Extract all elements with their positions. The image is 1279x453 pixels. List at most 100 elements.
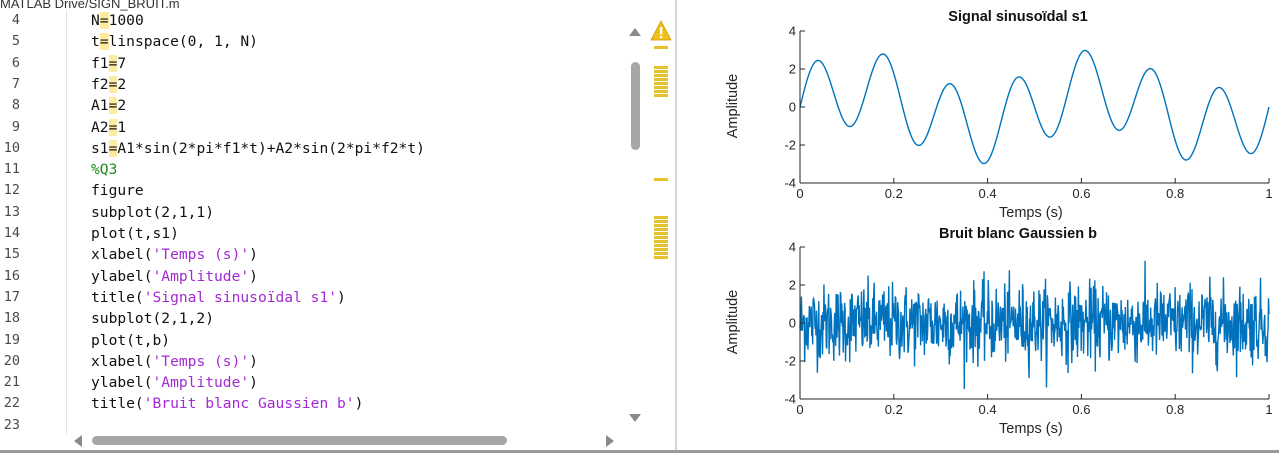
warning-marker[interactable] — [654, 236, 668, 239]
warning-marker[interactable] — [654, 256, 668, 259]
y-tick-label: 4 — [789, 240, 796, 255]
line-number: 22 — [3, 395, 20, 412]
figure-window[interactable]: 4 2 0 -2 -4 0 0.2 0.4 0.6 0.8 1 4 2 0 -2 -4 0 0.2 0.4 0.6 0.… — [677, 0, 1279, 453]
line-number: 15 — [3, 246, 20, 263]
line-code[interactable]: %Q3 — [91, 159, 117, 180]
y-tick-label: -2 — [784, 354, 796, 369]
warning-triangle-icon[interactable] — [650, 20, 672, 42]
line-code[interactable]: xlabel('Temps (s)') — [91, 351, 258, 372]
line-code[interactable]: plot(t,b) — [91, 330, 170, 351]
line-number: 5 — [11, 33, 20, 50]
code-token: ) — [249, 267, 258, 285]
code-string: 'Temps (s)' — [152, 246, 250, 264]
code-token: 1 — [117, 118, 127, 136]
code-token: title( — [91, 288, 144, 306]
horizontal-scroll-thumb[interactable] — [92, 436, 507, 445]
line-code[interactable]: ylabel('Amplitude') — [91, 266, 258, 287]
y-tick-label: -2 — [784, 138, 796, 153]
line-number: 13 — [3, 203, 20, 220]
line-number: 4 — [11, 12, 20, 28]
warning-marker[interactable] — [654, 228, 668, 231]
warning-marker[interactable] — [654, 90, 668, 93]
subplot2-title: Bruit blanc Gaussien b — [939, 226, 1097, 242]
warning-marker[interactable] — [654, 248, 668, 251]
x-tick-label: 0 — [796, 186, 803, 201]
warning-marker[interactable] — [654, 94, 668, 97]
code-token: plot(t,s1) — [91, 225, 179, 242]
line-number: 12 — [3, 182, 20, 199]
warning-marker[interactable] — [654, 178, 668, 181]
warning-marker[interactable] — [654, 220, 668, 223]
x-tick-label: 0.8 — [1166, 186, 1184, 201]
warning-marker[interactable] — [654, 224, 668, 227]
line-code[interactable]: t=linspace(0, 1, N) — [91, 31, 258, 52]
code-token: ) — [337, 288, 346, 306]
code-token: plot(t,b) — [91, 331, 171, 349]
line-number: 20 — [3, 352, 20, 369]
line-code[interactable]: f2=2 — [91, 74, 126, 95]
warning-marker[interactable] — [654, 244, 668, 247]
x-tick-label: 0.8 — [1166, 402, 1184, 417]
code-token: ) — [249, 246, 258, 264]
warning-marker[interactable] — [654, 240, 668, 243]
subplot2-xlabel: Temps (s) — [999, 421, 1063, 437]
code-token: t — [91, 33, 100, 51]
warning-marker[interactable] — [654, 46, 668, 49]
line-code[interactable]: figure — [91, 180, 144, 201]
warning-marker[interactable] — [654, 66, 668, 69]
code-string: 'Amplitude' — [152, 267, 250, 285]
code-string: 'Bruit blanc Gaussien b' — [143, 395, 355, 413]
warning-marker[interactable] — [654, 216, 668, 219]
warning-marker[interactable] — [654, 74, 668, 77]
code-token: A2 — [91, 118, 109, 136]
x-tick-label: 0.2 — [885, 402, 903, 417]
y-tick-label: 0 — [789, 316, 796, 331]
line-code[interactable]: A1=2 — [91, 95, 126, 116]
line-code[interactable]: title('Bruit blanc Gaussien b') — [91, 393, 363, 414]
line-number: 11 — [3, 161, 20, 178]
line-code[interactable]: subplot(2,1,2) — [91, 308, 214, 329]
line-code[interactable]: subplot(2,1,1) — [91, 202, 214, 223]
y-tick-label: 2 — [789, 62, 796, 77]
y-tick-label: 2 — [789, 278, 796, 293]
line-code[interactable]: f1=7 — [91, 53, 126, 74]
code-token: ) — [249, 352, 258, 370]
scroll-up-arrow-icon[interactable] — [629, 28, 641, 36]
scroll-left-arrow-icon[interactable] — [74, 435, 82, 447]
code-comment: %Q3 — [91, 161, 118, 179]
code-token: xlabel( — [91, 352, 153, 370]
line-code[interactable]: plot(t,s1) — [91, 223, 179, 244]
line-number: 7 — [11, 75, 20, 92]
code-editor[interactable]: MATLAB Drive/SIGN_BRUIT.m 4 N=1000 5 t=lins… — [0, 0, 677, 453]
y-tick-label: -4 — [784, 176, 796, 191]
line-code[interactable]: A2=1 — [91, 117, 126, 138]
scroll-down-arrow-icon[interactable] — [629, 414, 641, 422]
subplot2-ylabel: Amplitude — [725, 289, 741, 355]
code-token: s1 — [91, 139, 109, 157]
line-code[interactable]: title('Signal sinusoïdal s1') — [91, 287, 346, 308]
code-token: 2 — [117, 75, 127, 93]
warning-marker[interactable] — [654, 78, 668, 81]
line-code[interactable]: s1=A1*sin(2*pi*f1*t)+A2*sin(2*pi*f2*t) — [91, 138, 425, 159]
warning-marker[interactable] — [654, 232, 668, 235]
scroll-right-arrow-icon[interactable] — [606, 435, 614, 447]
x-tick-label: 0.6 — [1072, 402, 1090, 417]
warning-marker[interactable] — [654, 70, 668, 73]
code-token: title( — [91, 395, 144, 413]
line-code[interactable]: N=1000 — [91, 10, 144, 31]
subplot1-ylabel: Amplitude — [725, 73, 741, 139]
code-token: f2 — [91, 75, 109, 93]
warning-marker[interactable] — [654, 82, 668, 85]
code-highlight: = — [99, 33, 109, 51]
x-tick-label: 0.4 — [979, 186, 997, 201]
x-tick-label: 0.6 — [1072, 186, 1090, 201]
warning-marker[interactable] — [654, 86, 668, 89]
line-number: 19 — [3, 331, 20, 348]
warning-marker[interactable] — [654, 252, 668, 255]
line-code[interactable]: ylabel('Amplitude') — [91, 372, 258, 393]
line-code[interactable]: xlabel('Temps (s)') — [91, 244, 258, 265]
code-token: ) — [249, 374, 258, 392]
vertical-scroll-thumb[interactable] — [631, 62, 640, 150]
subplot2-series-line — [799, 260, 1270, 390]
code-token: subplot(2,1,1) — [91, 203, 215, 221]
